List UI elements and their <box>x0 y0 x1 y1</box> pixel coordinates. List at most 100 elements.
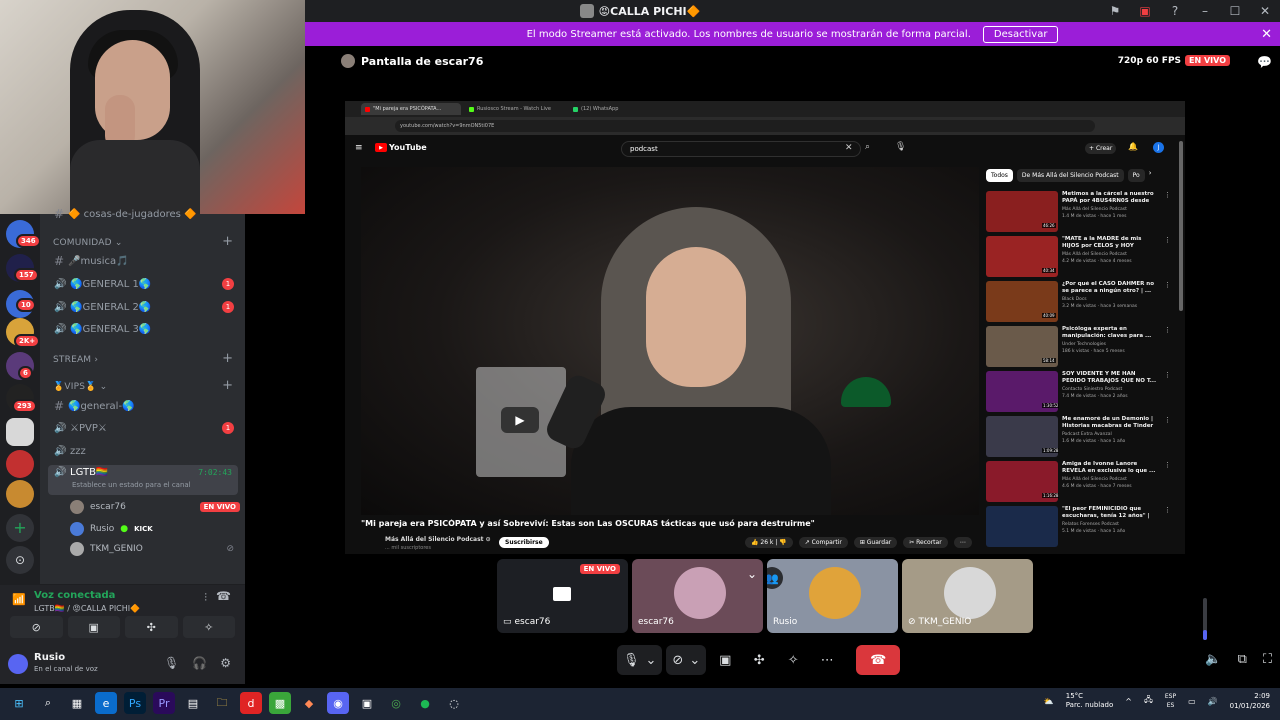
more-actions-icon[interactable]: ⋯ <box>953 537 972 548</box>
more-vert-icon[interactable]: ⋮ <box>1164 236 1171 244</box>
fullscreen-icon[interactable]: ⛶ <box>1263 652 1272 667</box>
browser-tab[interactable]: (12) WhatsApp <box>569 103 669 115</box>
youtube-logo[interactable]: ▶ YouTube <box>375 143 427 152</box>
recommendation-item[interactable]: 1:16:28 Amiga de Ivonne Lanore REVELA en … <box>986 461 1171 506</box>
scrollbar[interactable] <box>1179 141 1183 311</box>
recommendation-item[interactable]: 40:34 "MATÉ a la MADRE de mis HIJOS por C… <box>986 236 1171 281</box>
add-channel-icon[interactable]: + <box>222 351 233 366</box>
channel-general-3[interactable]: 🔊 🌎GENERAL 3🌎 <box>48 319 238 339</box>
activities-button[interactable]: ✣ <box>744 645 774 675</box>
calculator-icon[interactable]: ▤ <box>182 692 204 714</box>
chip-channel[interactable]: De Más Allá del Silencio Podcast <box>1016 169 1124 182</box>
capcut-icon[interactable]: d <box>240 692 262 714</box>
search-icon[interactable]: ⌕ <box>37 692 59 714</box>
browser-tab[interactable]: "Mi pareja era PSICÓPATA... <box>361 103 461 115</box>
server-icon-8[interactable] <box>6 450 34 478</box>
taskbar-app-icon[interactable]: ▣ <box>356 692 378 714</box>
clear-search-icon[interactable]: ✕ <box>845 143 853 153</box>
add-server-icon[interactable]: + <box>6 514 34 542</box>
more-vert-icon[interactable]: ⋮ <box>1164 461 1171 469</box>
soundboard-button[interactable]: ✧ <box>182 616 235 638</box>
url-bar[interactable]: youtube.com/watch?v=9nmON5ti07E <box>395 120 1095 132</box>
chip-all[interactable]: Todos <box>986 169 1013 182</box>
save-button[interactable]: ⊞ Guardar <box>853 537 898 548</box>
add-channel-icon[interactable]: + <box>222 378 233 393</box>
channel-zzz[interactable]: 🔊 zzz <box>48 441 238 461</box>
more-vert-icon[interactable]: ⋮ <box>1164 326 1171 334</box>
task-view-icon[interactable]: ▦ <box>66 692 88 714</box>
channel-general-1[interactable]: 🔊 🌎GENERAL 1🌎 1 <box>48 274 238 294</box>
chevron-up-icon[interactable]: ^ <box>1125 697 1132 706</box>
headphones-icon[interactable]: 🎧 <box>192 656 207 670</box>
clock[interactable]: 2:09 01/01/2026 <box>1230 691 1270 711</box>
microphone-icon[interactable]: 🎙 <box>164 656 179 670</box>
channel-musica[interactable]: # 🎤musica🎵 <box>48 251 238 271</box>
browser-tab[interactable]: Rusiosco Stream - Watch Live <box>465 103 565 115</box>
video-channel[interactable]: Más Allá del Silencio Podcast ⊙ <box>385 536 491 543</box>
leave-call-button[interactable]: ☎ <box>856 645 901 675</box>
network-icon[interactable]: 🖧 <box>1144 694 1153 708</box>
microphone-button[interactable]: 🎙 ⌄ <box>617 645 663 675</box>
maximize-button[interactable]: ☐ <box>1220 0 1250 22</box>
camera-button[interactable]: ⊘ ⌄ <box>666 645 707 675</box>
volume-icon[interactable]: 🔈 <box>1205 652 1221 667</box>
share-button[interactable]: ↗ Compartir <box>798 537 848 548</box>
clip-button[interactable]: ✂ Recortar <box>903 537 948 548</box>
more-vert-icon[interactable]: ⋮ <box>1164 281 1171 289</box>
language-indicator[interactable]: ESP ES <box>1165 692 1176 710</box>
start-menu-icon[interactable]: ⊞ <box>8 692 30 714</box>
chevron-right-icon[interactable]: › <box>1149 169 1152 182</box>
brave-icon[interactable]: ◆ <box>298 692 320 714</box>
category-stream[interactable]: STREAM › <box>53 355 98 365</box>
close-banner-icon[interactable]: ✕ <box>1261 27 1272 42</box>
display-icon[interactable]: ▭ <box>1188 697 1196 706</box>
search-icon[interactable]: ⌕ <box>865 142 870 152</box>
channel-pvp[interactable]: 🔊 ⚔PVP⚔ 1 <box>48 418 238 438</box>
recommendation-item[interactable]: 58:14 Psicóloga experta en manipulación: … <box>986 326 1171 371</box>
chip-podcast[interactable]: Po <box>1127 169 1145 182</box>
speaker-icon[interactable]: 🔊 <box>1208 697 1218 706</box>
settings-gear-icon[interactable]: ⚙ <box>220 656 231 670</box>
recommendation-item[interactable]: 46:26 Metimos a la cárcel a nuestro PAPÁ … <box>986 191 1171 236</box>
channel-general-text[interactable]: # 🌎general-🌎 <box>48 396 238 416</box>
close-window-button[interactable]: ✕ <box>1250 0 1280 22</box>
recommendation-item[interactable]: 40:09 ¿Por qué el CASO DAHMER no se parec… <box>986 281 1171 326</box>
user-name[interactable]: Rusio <box>34 652 65 663</box>
voice-status[interactable]: Voz conectada <box>34 590 115 601</box>
chat-bubble-icon[interactable]: 💬 <box>1257 55 1272 69</box>
more-vert-icon[interactable]: ⋮ <box>1164 191 1171 199</box>
channel-lgtb-active[interactable]: 🔊 LGTB🏳‍🌈 7:02:43 Establece un estado pa… <box>48 465 238 495</box>
disconnect-icon[interactable]: ☎ <box>216 589 231 603</box>
spotify-icon[interactable]: ● <box>414 692 436 714</box>
premiere-icon[interactable]: Pr <box>153 692 175 714</box>
voice-search-icon[interactable]: 🎙 <box>895 142 906 152</box>
disable-streamer-mode-button[interactable]: Desactivar <box>982 25 1059 43</box>
weather-widget[interactable]: 15°C Parc. nublado <box>1066 692 1114 710</box>
category-comunidad[interactable]: COMUNIDAD ⌄ <box>53 238 123 248</box>
channel-general-2[interactable]: 🔊 🌎GENERAL 2🌎 1 <box>48 297 238 317</box>
more-vert-icon[interactable]: ⋮ <box>1164 371 1171 379</box>
help-icon[interactable]: ? <box>1160 0 1190 22</box>
search-input[interactable]: podcast <box>621 141 861 157</box>
more-vert-icon[interactable]: ⋮ <box>1164 416 1171 424</box>
recommendation-item[interactable]: 1:09:28 Me enamoré de un Demonio | Histor… <box>986 416 1171 461</box>
minecraft-icon[interactable]: ▩ <box>269 692 291 714</box>
voice-channel-path[interactable]: LGTB🏳‍🌈 / 😡CALLA PICHI🔶 <box>34 604 140 613</box>
category-vips[interactable]: 🏅VIPS🏅 ⌄ <box>53 382 107 392</box>
share-screen-button[interactable]: ▣ <box>710 645 740 675</box>
noise-suppression-icon[interactable]: ⫶ <box>204 591 207 605</box>
discord-icon[interactable]: ◉ <box>327 692 349 714</box>
create-button[interactable]: + Crear <box>1085 143 1117 154</box>
add-channel-icon[interactable]: + <box>222 234 233 249</box>
avatar[interactable] <box>8 654 28 674</box>
participant-tile-tkm-genio[interactable]: ⊘ TKM_GENIO <box>902 559 1033 633</box>
server-icon-9[interactable] <box>6 480 34 508</box>
explore-servers-icon[interactable]: ⊙ <box>6 546 34 574</box>
more-vert-icon[interactable]: ⋮ <box>1164 506 1171 514</box>
subscribe-button[interactable]: Suscribirse <box>499 537 549 548</box>
more-options-button[interactable]: ⋯ <box>812 645 842 675</box>
participant-tile-escar76[interactable]: escar76 ⌄ <box>632 559 763 633</box>
edge-icon[interactable]: e <box>95 692 117 714</box>
recommendation-item[interactable]: 1:30:52 SOY VIDENTE Y ME HAN PEDIDO TRABA… <box>986 371 1171 416</box>
inbox-icon[interactable]: ⚑ <box>1100 0 1130 22</box>
